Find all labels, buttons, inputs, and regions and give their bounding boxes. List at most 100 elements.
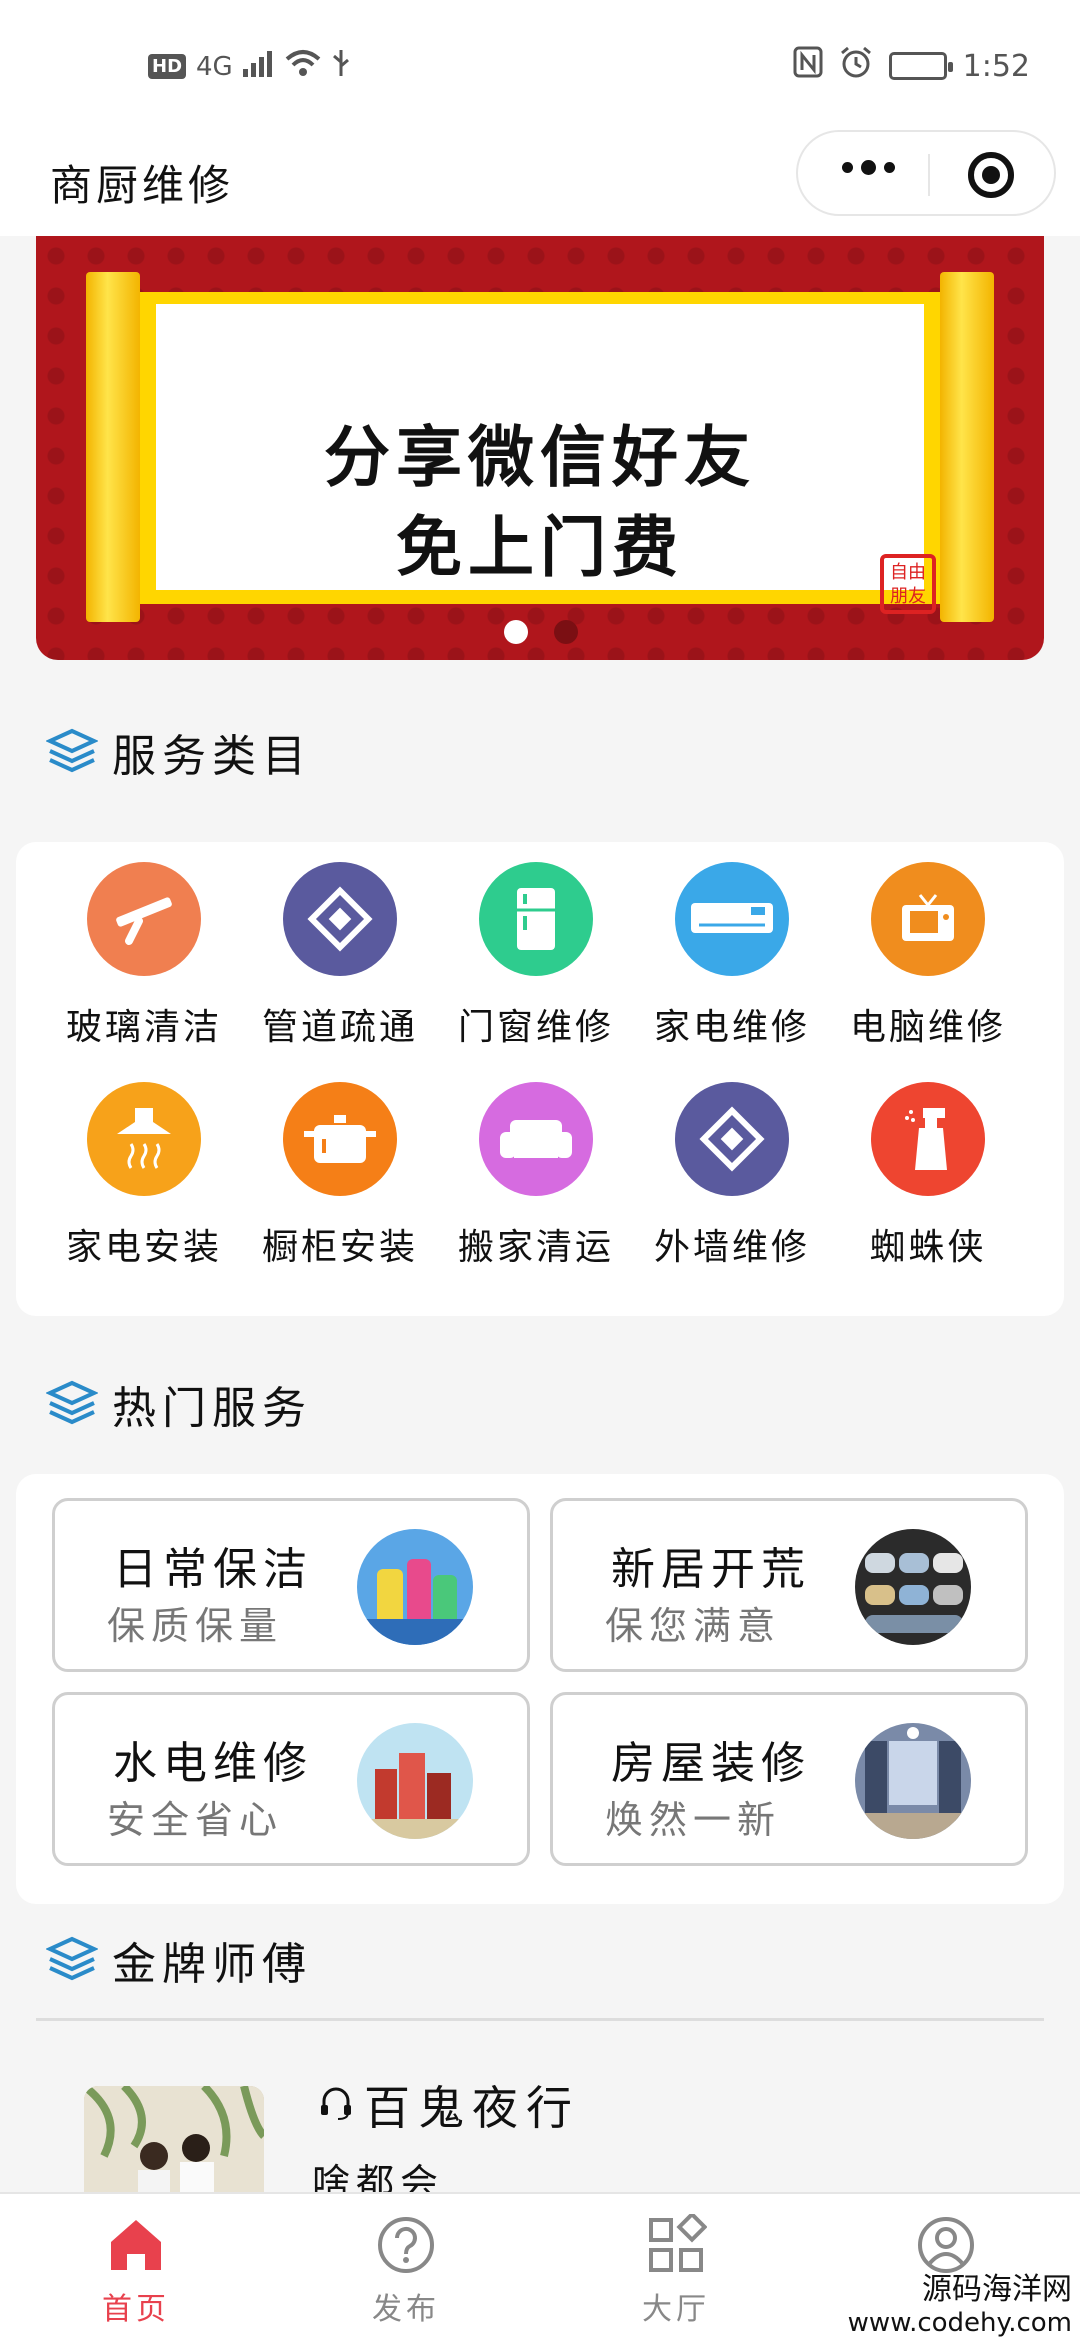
tab-label: 发布 [372,2292,440,2327]
carousel-dot[interactable] [554,620,578,644]
hot-service-title: 水电维修 [113,1738,313,1789]
alarm-icon [839,46,873,86]
watermark-line-2: www.codehy.com [847,2308,1072,2338]
carousel-dot-active[interactable] [504,620,528,644]
tab-label: 大厅 [642,2292,710,2327]
hd-badge: HD [148,54,187,79]
hot-service-subtitle: 安全省心 [107,1798,284,1842]
tab-home[interactable]: 首页 [66,2214,206,2328]
promo-banner[interactable]: 分享微信好友 免上门费 自由 朋友 [36,236,1044,660]
layers-icon [45,727,99,777]
hot-service-card[interactable]: 日常保洁 保质保量 [52,1498,530,1672]
squeegee-icon [87,862,201,976]
category-label: 玻璃清洁 [65,1007,222,1048]
page-title: 商厨维修 [50,161,235,210]
category-item[interactable]: 蜘蛛侠 [830,1082,1026,1270]
status-left: HD 4G [148,48,351,85]
range-hood-icon [87,1082,201,1196]
hot-service-subtitle: 保质保量 [107,1604,284,1648]
category-label: 电脑维修 [849,1007,1006,1048]
watermark: 源码海洋网 www.codehy.com [848,2264,1072,2338]
mini-program-capsule [796,130,1056,216]
layers-icon [45,1379,99,1429]
tab-publish[interactable]: 发布 [336,2214,476,2328]
section-title: 热门服务 [112,1383,312,1434]
category-label: 门窗维修 [457,1007,614,1048]
master-name: 百鬼夜行 [364,2081,580,2135]
category-item[interactable]: 家电维修 [634,862,830,1050]
category-label: 蜘蛛侠 [869,1227,987,1268]
close-target-icon[interactable] [968,152,1014,198]
question-icon [375,2214,437,2276]
sofa-icon [479,1082,593,1196]
fridge-icon [479,862,593,976]
category-item[interactable]: 橱柜安装 [242,1082,438,1270]
category-item[interactable]: 家电安装 [46,1082,242,1270]
master-name-row: 百鬼夜行 [318,2072,580,2138]
seal-stamp: 自由 朋友 [880,554,936,614]
tab-label: 首页 [102,2292,170,2327]
scroll-paper: 分享微信好友 免上门费 自由 朋友 [156,304,936,614]
status-right: 1:52 [793,46,1030,86]
more-menu-icon[interactable] [842,160,895,175]
network-type: 4G [196,51,233,82]
hot-service-card[interactable]: 新居开荒 保您满意 [550,1498,1028,1672]
category-label: 家电维修 [653,1007,810,1048]
signal-icon [242,49,275,84]
category-label: 外墙维修 [653,1227,810,1268]
section-masters-header: 金牌师傅 [45,1928,312,1992]
tab-hall[interactable]: 大厅 [606,2211,746,2328]
layers-icon [45,1935,99,1985]
section-categories-header: 服务类目 [45,720,312,784]
scroll-roll-right [940,272,994,622]
usb-icon [331,48,351,85]
diamond-pattern-icon [675,1082,789,1196]
status-time: 1:52 [962,48,1030,84]
section-divider [36,2018,1044,2021]
category-item[interactable]: 搬家清运 [438,1082,634,1270]
section-title: 服务类目 [112,731,312,782]
carousel-indicator [504,620,578,644]
section-title: 金牌师傅 [112,1939,312,1990]
status-bar: HD 4G 1:52 [0,0,1080,130]
category-label: 搬家清运 [457,1227,614,1268]
hot-service-card[interactable]: 水电维修 安全省心 [52,1692,530,1866]
cleaning-supplies-image [357,1529,473,1645]
hot-service-card[interactable]: 房屋装修 焕然一新 [550,1692,1028,1866]
headset-icon [318,2078,354,2132]
pot-icon [283,1082,397,1196]
category-item[interactable]: 门窗维修 [438,862,634,1050]
category-item[interactable]: 电脑维修 [830,862,1026,1050]
interior-image [855,1723,971,1839]
buildings-image [357,1723,473,1839]
air-conditioner-icon [675,862,789,976]
hot-services-grid: 日常保洁 保质保量 新居开荒 保您满意 水电维修 安全省心 房屋装修 焕然一新 [16,1474,1064,1904]
hot-service-title: 新居开荒 [611,1544,811,1595]
hot-service-subtitle: 焕然一新 [605,1798,782,1842]
hot-service-title: 房屋装修 [611,1738,811,1789]
category-item[interactable]: 玻璃清洁 [46,862,242,1050]
watermark-line-1: 源码海洋网 [922,2272,1072,2307]
category-item[interactable]: 管道疏通 [242,862,438,1050]
tab-bar: 首页 发布 大厅 源码海洋网 www.codehy.com [0,2192,1080,2340]
tv-icon [871,862,985,976]
wifi-icon [285,49,321,84]
towels-image [855,1529,971,1645]
hot-service-title: 日常保洁 [113,1544,313,1595]
capsule-divider [928,154,930,196]
category-label: 家电安装 [65,1227,222,1268]
section-hot-header: 热门服务 [45,1372,312,1436]
diamond-pattern-icon [283,862,397,976]
banner-line-1: 分享微信好友 [324,418,756,496]
home-icon [105,2214,167,2276]
category-label: 橱柜安装 [261,1227,418,1268]
category-item[interactable]: 外墙维修 [634,1082,830,1270]
hot-service-subtitle: 保您满意 [605,1604,782,1648]
nav-header: 商厨维修 [0,130,1080,236]
category-grid: 玻璃清洁 管道疏通 门窗维修 家电维修 电脑维修 家电安装 橱柜安装 搬家清运 … [16,842,1064,1316]
nfc-icon [793,46,823,86]
banner-line-2: 免上门费 [396,508,684,586]
grid-icon [645,2211,708,2276]
battery-icon [888,52,953,80]
category-label: 管道疏通 [261,1007,418,1048]
